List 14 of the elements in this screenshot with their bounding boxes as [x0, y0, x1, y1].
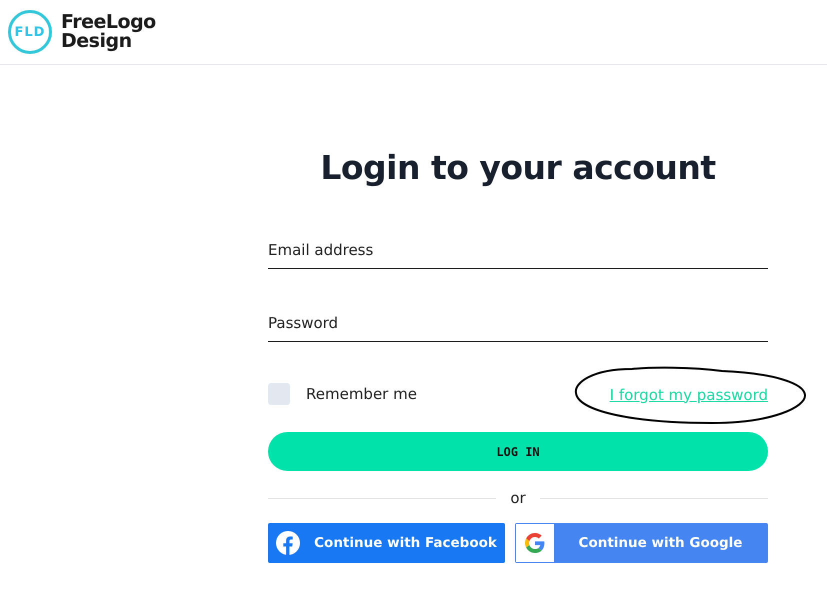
google-icon: [525, 533, 545, 553]
page-title: Login to your account: [319, 148, 717, 188]
remember-checkbox[interactable]: [268, 383, 290, 405]
remember-label: Remember me: [306, 385, 417, 403]
divider-text: or: [510, 489, 526, 507]
logo-text: FreeLogo: [61, 13, 156, 32]
facebook-button[interactable]: Continue with Facebook: [268, 523, 505, 563]
facebook-icon: [276, 531, 300, 555]
login-button[interactable]: LOG IN: [268, 432, 768, 471]
input-field[interactable]: Password: [268, 305, 768, 342]
logo-text: Design: [61, 32, 132, 51]
logo-mark: FLD: [8, 10, 52, 54]
input-field[interactable]: Email address: [268, 232, 768, 269]
google-button[interactable]: Continue with Google: [515, 523, 768, 563]
